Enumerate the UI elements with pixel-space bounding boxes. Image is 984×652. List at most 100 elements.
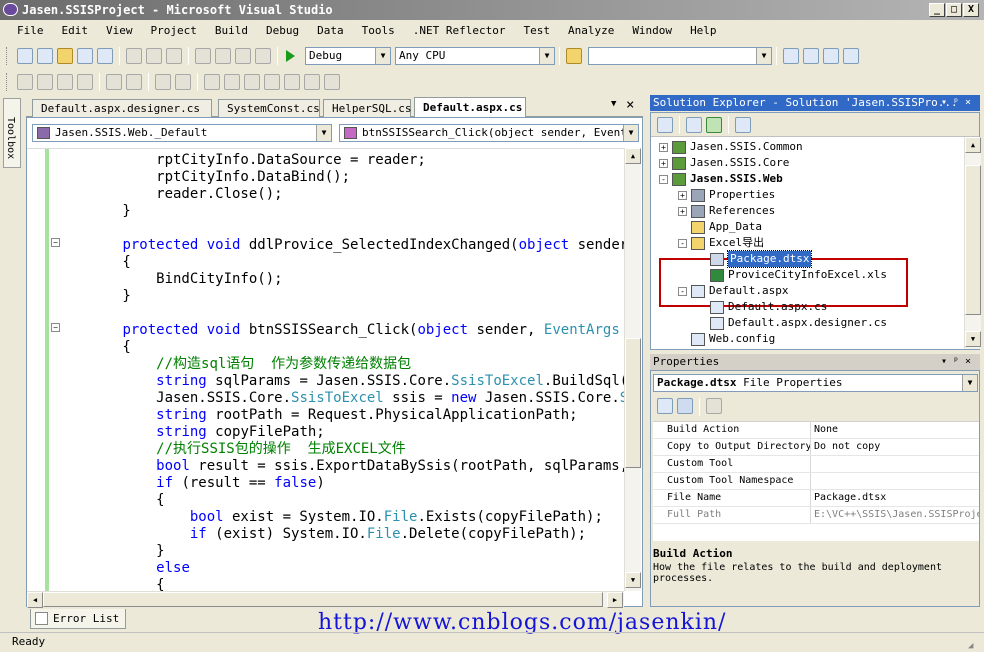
chevron-down-icon[interactable]: ▼ [375, 47, 390, 64]
menu-net-reflector[interactable]: .NET Reflector [404, 20, 515, 42]
tree-item-jasen-ssis-web[interactable]: - Jasen.SSIS.Web [659, 171, 783, 187]
property-value[interactable]: Package.dtsx [814, 490, 979, 506]
code-text-area[interactable]: − − rptCityInfo.DataSource = reader; rpt… [27, 148, 624, 591]
toggle-bookmark-icon[interactable] [204, 73, 220, 90]
solution-platform-combo[interactable]: Any CPU ▼ [395, 46, 555, 65]
chevron-down-icon[interactable]: ▼ [756, 47, 771, 64]
solution-configuration-combo[interactable]: Debug ▼ [305, 46, 391, 65]
display-parameter-info-icon[interactable] [37, 73, 53, 90]
active-files-dropdown-icon[interactable]: ▼ [611, 99, 616, 109]
properties-titlebar[interactable]: Properties ▾ ᵖ × [650, 354, 980, 370]
scroll-left-icon[interactable]: ◀ [27, 592, 43, 608]
maximize-button[interactable]: □ [946, 3, 962, 17]
view-class-diagram-icon[interactable] [735, 116, 751, 133]
save-icon[interactable] [77, 47, 93, 64]
scroll-right-icon[interactable]: ▶ [607, 592, 623, 608]
chevron-down-icon[interactable]: ▼ [962, 375, 977, 391]
scroll-thumb[interactable] [43, 592, 603, 607]
tab-helpersql-cs[interactable]: HelperSQL.cs [323, 99, 411, 117]
display-object-member-list-icon[interactable] [17, 73, 33, 90]
navigate-backward-icon[interactable] [235, 47, 251, 64]
previous-bookmark-icon[interactable] [224, 73, 240, 90]
collapse-icon[interactable]: - [659, 174, 668, 184]
menu-view[interactable]: View [97, 20, 142, 42]
menu-analyze[interactable]: Analyze [559, 20, 623, 42]
clear-bookmarks-icon[interactable] [324, 73, 340, 90]
collapse-icon[interactable]: - [678, 286, 687, 296]
show-all-files-icon[interactable] [686, 116, 702, 133]
properties-icon[interactable] [657, 116, 673, 133]
pane-pin-controls[interactable]: ▾ ᵖ × [936, 95, 976, 111]
add-existing-icon[interactable] [37, 47, 53, 64]
paste-icon[interactable] [166, 47, 182, 64]
tree-item-properties[interactable]: + Properties [678, 187, 775, 203]
menu-build[interactable]: Build [206, 20, 257, 42]
property-row[interactable]: Copy to Output Directory Do not copy [653, 439, 979, 456]
copy-icon[interactable] [146, 47, 162, 64]
categorized-icon[interactable] [657, 398, 673, 414]
refresh-icon[interactable] [706, 116, 722, 133]
menu-tools[interactable]: Tools [353, 20, 404, 42]
property-row[interactable]: Full Path E:\VC++\SSIS\Jasen.SSISProje [653, 507, 979, 524]
chevron-down-icon[interactable]: ▼ [539, 47, 554, 64]
minimize-button[interactable]: _ [929, 3, 945, 17]
expand-icon[interactable]: + [678, 206, 687, 216]
tree-item-app-data[interactable]: App_Data [678, 219, 762, 235]
next-bookmark-icon[interactable] [244, 73, 260, 90]
tree-item-references[interactable]: + References [678, 203, 775, 219]
toolbox-tab[interactable]: Toolbox [3, 98, 21, 168]
properties-object-combo[interactable]: Package.dtsx File Properties ▼ [653, 374, 978, 392]
tree-item-default-aspx-designer-cs[interactable]: Default.aspx.designer.cs [697, 315, 887, 331]
property-row[interactable]: Build Action None [653, 422, 979, 439]
add-new-item-icon[interactable] [17, 47, 33, 64]
find-in-files-icon[interactable] [566, 47, 582, 64]
previous-bookmark-in-folder-icon[interactable] [264, 73, 280, 90]
properties-window-icon[interactable] [803, 47, 819, 64]
chevron-down-icon[interactable]: ▼ [316, 125, 331, 141]
menu-data[interactable]: Data [308, 20, 353, 42]
comment-out-icon[interactable] [155, 73, 171, 90]
error-list-tab[interactable]: Error List [30, 609, 127, 629]
expand-icon[interactable]: + [678, 190, 687, 200]
property-value[interactable]: E:\VC++\SSIS\Jasen.SSISProje [814, 507, 979, 523]
menu-edit[interactable]: Edit [53, 20, 98, 42]
property-row[interactable]: File Name Package.dtsx [653, 490, 979, 507]
editor-vertical-scrollbar[interactable]: ▲ ▼ [624, 148, 641, 591]
redo-icon[interactable] [215, 47, 231, 64]
scroll-down-icon[interactable]: ▼ [625, 572, 641, 588]
member-navigation-combo[interactable]: btnSSISSearch_Click(object sender, Event… [339, 124, 639, 142]
property-pages-icon[interactable] [706, 398, 722, 414]
find-combo[interactable]: ▼ [588, 46, 772, 65]
solution-tree-scrollbar[interactable]: ▲ ▼ [964, 137, 981, 349]
title-bar[interactable]: Jasen.SSISProject - Microsoft Visual Stu… [0, 0, 984, 20]
scroll-up-icon[interactable]: ▲ [625, 148, 641, 164]
tab-default-aspx-designer-cs[interactable]: Default.aspx.designer.cs [32, 99, 212, 117]
close-button[interactable]: X [963, 3, 979, 17]
tree-item-web-config[interactable]: Web.config [678, 331, 775, 347]
scroll-thumb[interactable] [965, 165, 981, 315]
toolbar-grip[interactable] [6, 72, 9, 91]
editor-horizontal-scrollbar[interactable]: ◀ ▶ [27, 591, 624, 608]
save-all-icon[interactable] [97, 47, 113, 64]
collapse-icon[interactable]: - [678, 238, 687, 248]
object-browser-icon[interactable] [823, 47, 839, 64]
tree-item-jasen-ssis-common[interactable]: + Jasen.SSIS.Common [659, 139, 803, 155]
class-navigation-combo[interactable]: Jasen.SSIS.Web._Default ▼ [32, 124, 332, 142]
tree-item-package-dtsx[interactable]: Package.dtsx [697, 250, 813, 268]
property-value[interactable]: None [814, 422, 979, 438]
pane-pin-controls[interactable]: ▾ ᵖ × [936, 354, 976, 370]
expand-icon[interactable]: + [659, 158, 668, 168]
menu-window[interactable]: Window [623, 20, 681, 42]
tab-systemconst-cs[interactable]: SystemConst.cs [218, 99, 320, 117]
navigate-forward-icon[interactable] [255, 47, 271, 64]
tree-item-jasen-ssis-core[interactable]: + Jasen.SSIS.Core [659, 155, 789, 171]
next-bookmark-in-folder-icon[interactable] [284, 73, 300, 90]
solution-explorer-titlebar[interactable]: Solution Explorer - Solution 'Jasen.SSIS… [650, 95, 980, 111]
display-word-completion-icon[interactable] [77, 73, 93, 90]
uncomment-icon[interactable] [175, 73, 191, 90]
undo-icon[interactable] [195, 47, 211, 64]
display-quick-info-icon[interactable] [57, 73, 73, 90]
menu-test[interactable]: Test [514, 20, 559, 42]
menu-project[interactable]: Project [142, 20, 206, 42]
resize-grip-icon[interactable]: ◢ [968, 637, 973, 652]
